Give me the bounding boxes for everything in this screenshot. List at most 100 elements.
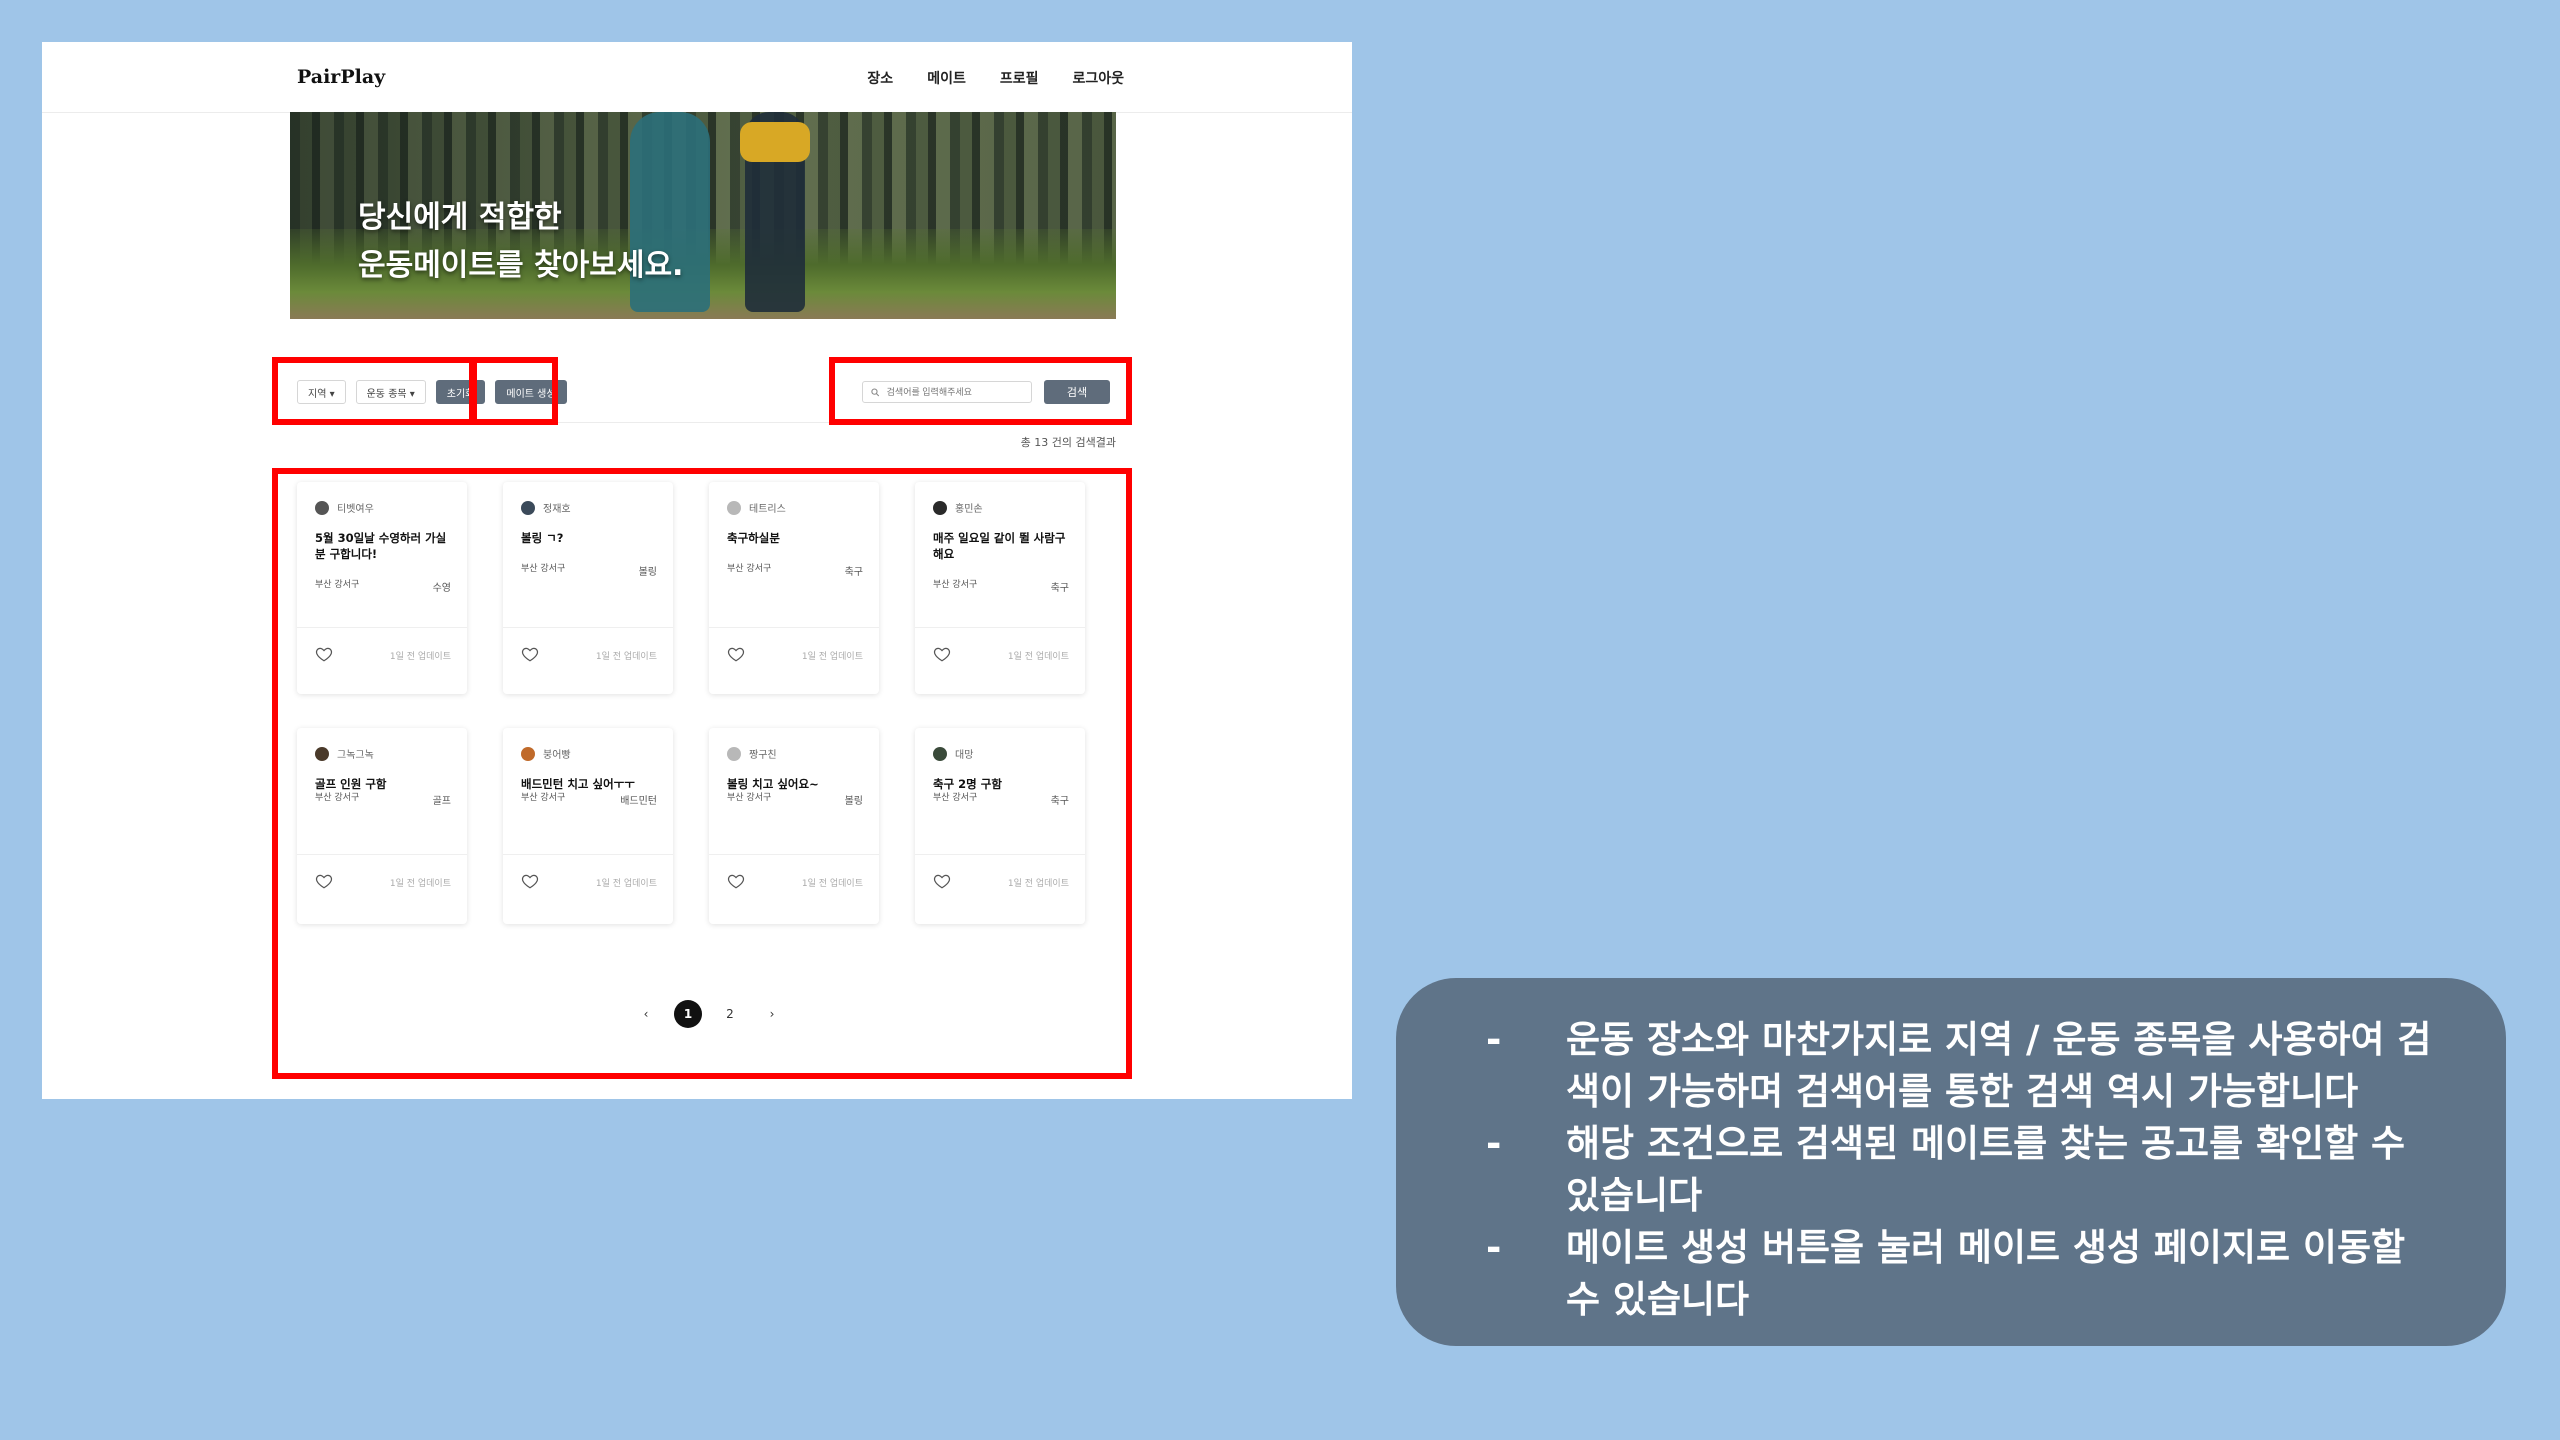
- heart-icon[interactable]: [727, 645, 745, 663]
- card-author: 그녹그녹: [315, 746, 374, 761]
- card-author: 홍민손: [933, 500, 983, 515]
- create-mate-button[interactable]: 메이트 생성: [495, 380, 567, 404]
- card-location: 부산 강서구: [315, 793, 360, 803]
- card-updated: 1일 전 업데이트: [389, 652, 451, 662]
- nav-place[interactable]: 장소: [867, 68, 893, 88]
- card-sport: 배드민턴: [620, 796, 657, 807]
- card-location: 부산 강서구: [727, 564, 772, 574]
- card-title: 매주 일요일 같이 뛸 사람구해요: [933, 531, 1066, 561]
- author-name: 테트리스: [749, 504, 786, 515]
- hero-text: 당신에게 적합한 운동메이트를 찾아보세요.: [358, 194, 683, 290]
- card-divider: [503, 627, 673, 628]
- card-author: 짱구친: [727, 746, 777, 761]
- explanation-panel: - 운동 장소와 마찬가지로 지역 / 운동 종목을 사용하여 검색이 가능하며 …: [1396, 978, 2506, 1346]
- heart-icon[interactable]: [521, 872, 539, 890]
- card-author: 테트리스: [727, 500, 786, 515]
- hero-line-2: 운동메이트를 찾아보세요.: [358, 248, 684, 283]
- avatar: [315, 746, 329, 761]
- page-2[interactable]: 2: [716, 1000, 744, 1028]
- app-screenshot: PairPlay 장소 메이트 프로필 로그아웃 당신에게 적합한 운동메이트를…: [42, 42, 1352, 1099]
- card-divider: [709, 627, 879, 628]
- card-divider: [709, 854, 879, 855]
- search-button[interactable]: 검색: [1044, 380, 1110, 404]
- card-updated: 1일 전 업데이트: [1007, 652, 1069, 662]
- pagination: ‹ 1 2 ›: [632, 1000, 786, 1028]
- top-nav: PairPlay 장소 메이트 프로필 로그아웃: [42, 42, 1352, 113]
- search-input[interactable]: [884, 386, 1023, 398]
- card-updated: 1일 전 업데이트: [595, 652, 657, 662]
- region-dropdown[interactable]: 지역 ▾: [297, 380, 346, 404]
- reset-button[interactable]: 초기화: [435, 380, 486, 404]
- hero-banner: 당신에게 적합한 운동메이트를 찾아보세요.: [290, 112, 1116, 319]
- mate-card[interactable]: 붕어빵 배드민턴 치고 싶어ㅜㅜ 부산 강서구 배드민턴 1일 전 업데이트: [503, 728, 673, 924]
- card-sport: 축구: [844, 567, 863, 578]
- card-author: 정재호: [521, 500, 571, 515]
- mate-card[interactable]: 테트리스축구하실분부산 강서구 축구 1일 전 업데이트: [709, 482, 879, 694]
- bullet: -: [1486, 1122, 1502, 1165]
- explanation-item: - 해당 조건으로 검색된 메이트를 찾는 공고를 확인할 수 있습니다: [1486, 1118, 2446, 1222]
- card-sport: 볼링: [638, 567, 657, 578]
- card-sport: 수영: [432, 583, 451, 594]
- card-updated: 1일 전 업데이트: [801, 652, 863, 662]
- author-name: 홍민손: [955, 504, 983, 515]
- author-name: 붕어빵: [543, 750, 571, 761]
- card-sport: 축구: [1050, 796, 1069, 807]
- filter-bar: 지역 ▾ 운동 종목 ▾ 초기화 메이트 생성: [297, 380, 567, 404]
- heart-icon[interactable]: [521, 645, 539, 663]
- explanation-item: - 운동 장소와 마찬가지로 지역 / 운동 종목을 사용하여 검색이 가능하며 …: [1486, 1014, 2446, 1118]
- mate-card[interactable]: 대망 축구 2명 구함 부산 강서구 축구 1일 전 업데이트: [915, 728, 1085, 924]
- nav-mate[interactable]: 메이트: [927, 68, 966, 88]
- card-updated: 1일 전 업데이트: [801, 879, 863, 889]
- mate-card[interactable]: 홍민손 매주 일요일 같이 뛸 사람구해요 부산 강서구 축구 1일 전 업데이트: [915, 482, 1085, 694]
- divider: [297, 422, 1115, 423]
- search-icon: [871, 388, 880, 396]
- prev-page-button[interactable]: ‹: [632, 1000, 660, 1028]
- card-location: 부산 강서구: [315, 580, 360, 590]
- heart-icon[interactable]: [315, 645, 333, 663]
- avatar: [315, 500, 329, 515]
- heart-icon[interactable]: [315, 872, 333, 890]
- card-location: 부산 강서구: [933, 793, 978, 803]
- avatar: [727, 746, 741, 761]
- heart-icon[interactable]: [727, 872, 745, 890]
- next-page-button[interactable]: ›: [758, 1000, 786, 1028]
- card-divider: [915, 627, 1085, 628]
- avatar: [933, 746, 947, 761]
- mate-card[interactable]: 짱구친 볼링 치고 싶어요~ 부산 강서구 볼링 1일 전 업데이트: [709, 728, 879, 924]
- card-divider: [503, 854, 673, 855]
- card-updated: 1일 전 업데이트: [595, 879, 657, 889]
- card-title: 축구하실분: [727, 531, 780, 545]
- card-author: 붕어빵: [521, 746, 571, 761]
- author-name: 대망: [955, 750, 974, 761]
- card-location: 부산 강서구: [521, 793, 566, 803]
- card-title: 볼링 ㄱ?: [521, 531, 564, 545]
- avatar: [727, 500, 741, 515]
- card-divider: [297, 854, 467, 855]
- card-sport: 볼링: [844, 796, 863, 807]
- card-divider: [915, 854, 1085, 855]
- mate-card[interactable]: 티벳여우 5월 30일날 수영하러 가실 분 구합니다! 부산 강서구 수영 1일 전 …: [297, 482, 467, 694]
- avatar: [521, 746, 535, 761]
- page-1[interactable]: 1: [674, 1000, 702, 1028]
- card-sport: 골프: [432, 796, 451, 807]
- card-author: 대망: [933, 746, 973, 761]
- search-bar: 검색: [862, 380, 1110, 404]
- mate-card[interactable]: 정재호 볼링 ㄱ? 부산 강서구 볼링 1일 전 업데이트: [503, 482, 673, 694]
- nav-logout[interactable]: 로그아웃: [1072, 68, 1124, 88]
- author-name: 그녹그녹: [337, 750, 374, 761]
- mate-card[interactable]: 그녹그녹 골프 인원 구함 부산 강서구 골프 1일 전 업데이트: [297, 728, 467, 924]
- logo[interactable]: PairPlay: [297, 66, 385, 88]
- avatar: [521, 500, 535, 515]
- sport-dropdown[interactable]: 운동 종목 ▾: [355, 380, 426, 404]
- heart-icon[interactable]: [933, 872, 951, 890]
- nav-profile[interactable]: 프로필: [1000, 68, 1039, 88]
- bullet: -: [1486, 1226, 1502, 1269]
- hero-runner-jacket: [740, 122, 810, 162]
- search-field[interactable]: [862, 381, 1032, 403]
- nav-menu: 장소 메이트 프로필 로그아웃: [867, 68, 1124, 88]
- hero-line-1: 당신에게 적합한: [358, 200, 562, 235]
- author-name: 짱구친: [749, 750, 777, 761]
- heart-icon[interactable]: [933, 645, 951, 663]
- avatar: [933, 500, 947, 515]
- author-name: 정재호: [543, 504, 571, 515]
